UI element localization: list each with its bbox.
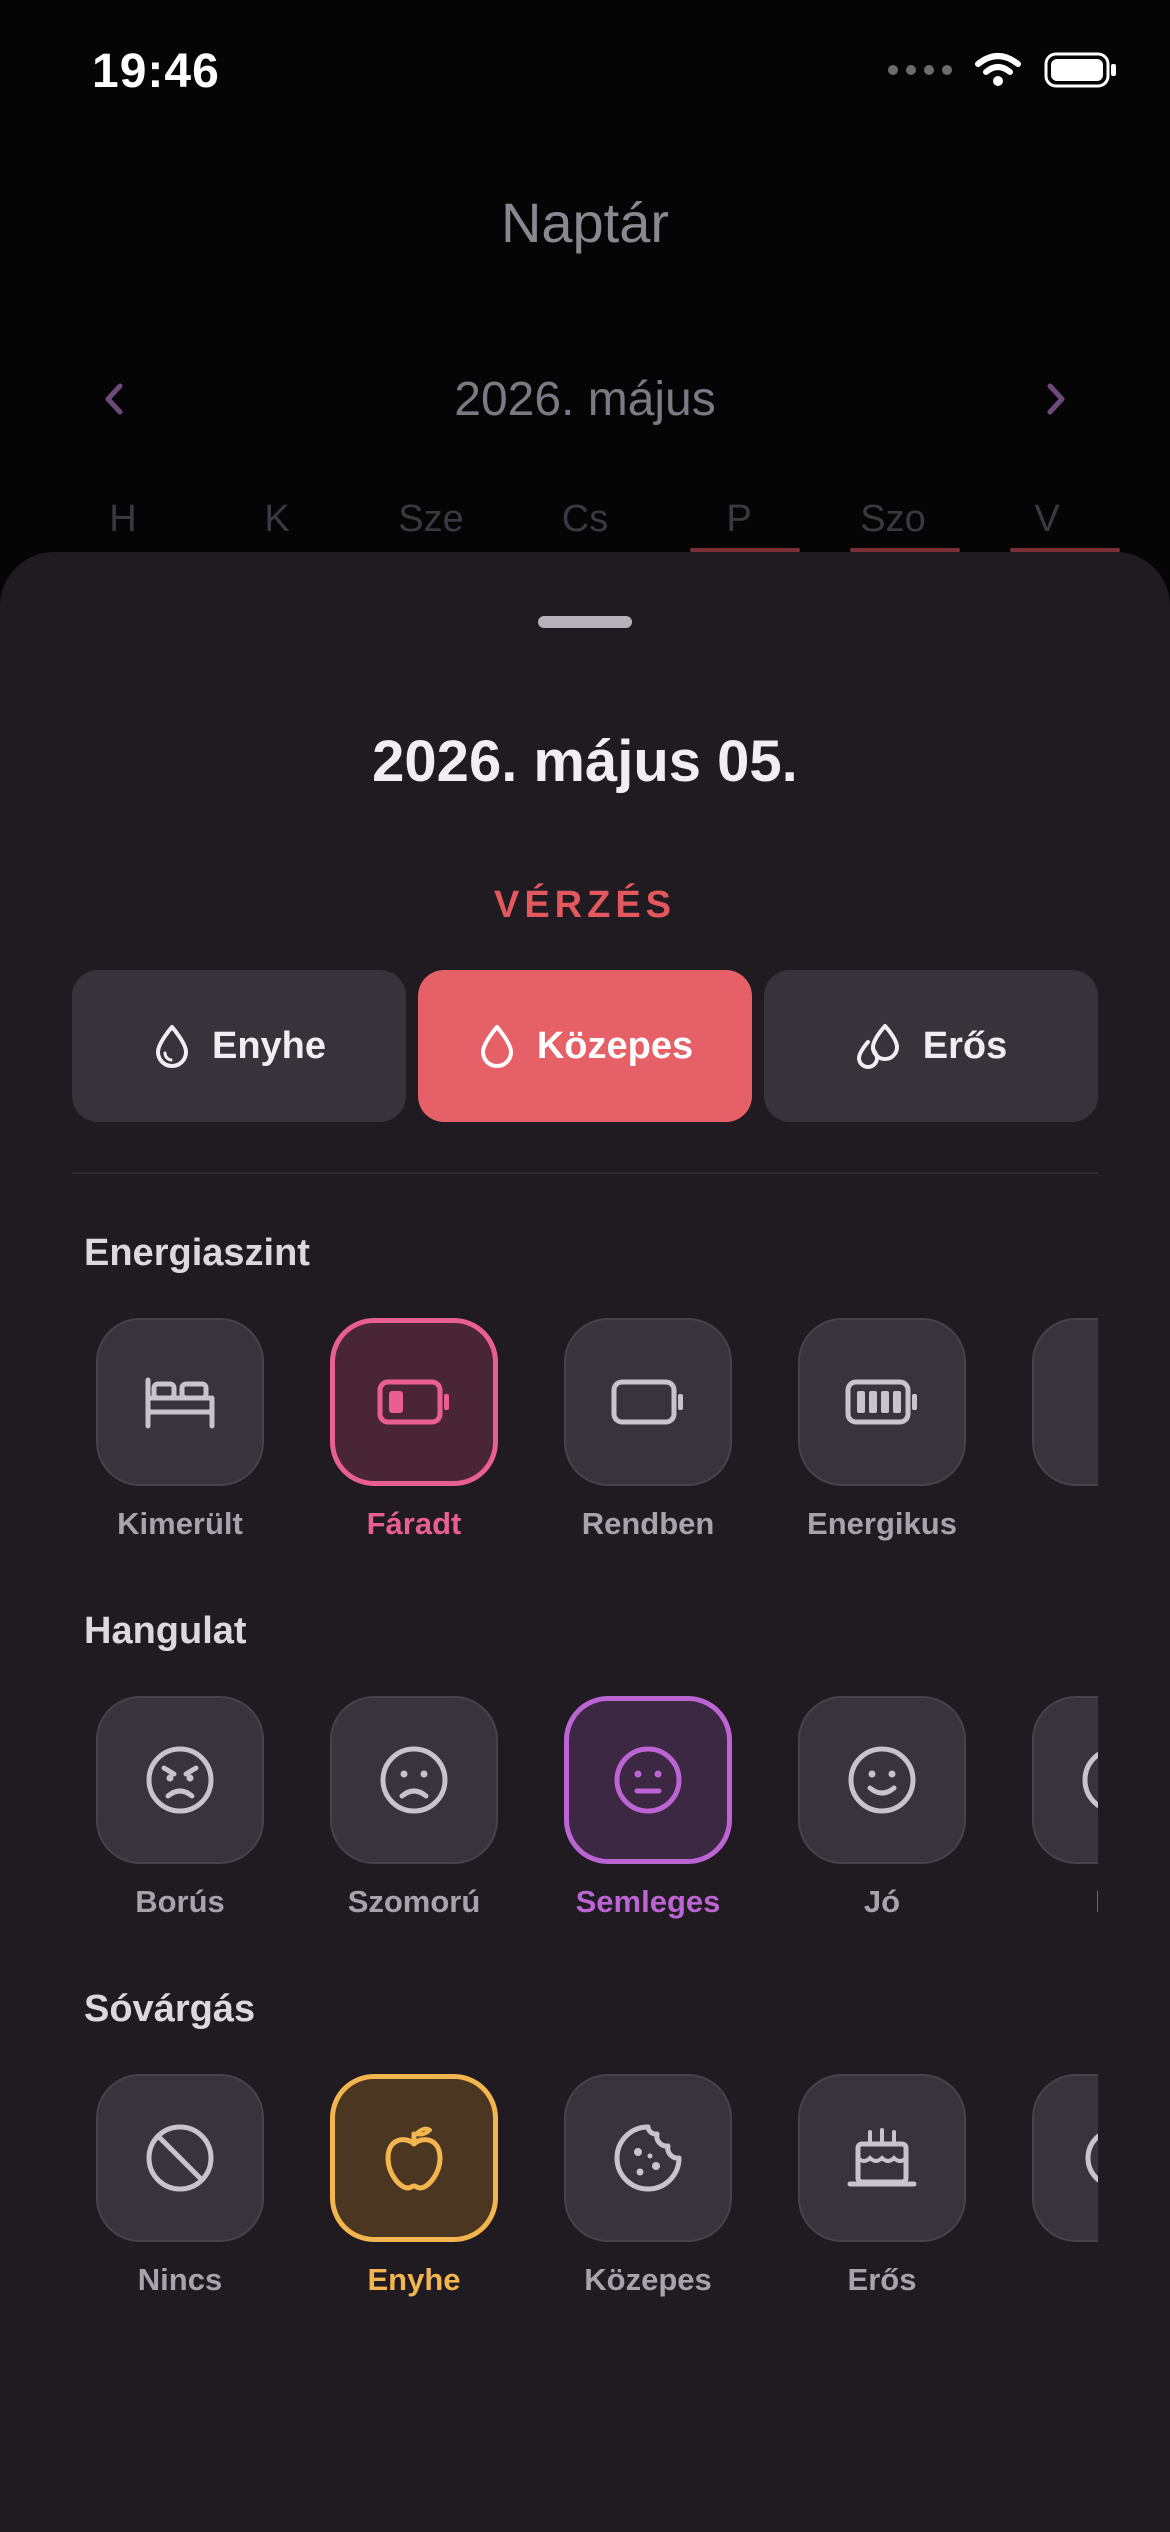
energy-option-tired[interactable]: Fáradt: [330, 1318, 498, 1558]
face-icon: [1082, 1751, 1098, 1809]
option-tile[interactable]: [798, 1318, 966, 1486]
option-tile-selected[interactable]: [330, 2074, 498, 2242]
cake-icon: [847, 2128, 917, 2187]
section-divider: [72, 1172, 1098, 1174]
month-navigation: 2026. május: [0, 360, 1170, 440]
bed-icon: [145, 1377, 215, 1429]
option-label: Pö: [992, 1506, 1098, 1542]
mood-section-title: Hangulat: [84, 1610, 247, 1652]
neutral-face-icon: [614, 1746, 682, 1814]
craving-option-strong[interactable]: Erős: [798, 2074, 966, 2314]
bleeding-option-label: Közepes: [536, 1024, 694, 1067]
craving-option-none[interactable]: Nincs: [96, 2074, 264, 2314]
bleeding-section-title: VÉRZÉS: [493, 884, 677, 926]
option-label: Energikus: [807, 1506, 957, 1541]
mood-option-good[interactable]: Jó: [798, 1696, 966, 1936]
bleeding-medium-button[interactable]: Közepes: [418, 970, 752, 1122]
option-label: Nincs: [137, 2262, 223, 2297]
option-tile[interactable]: [330, 1696, 498, 1864]
mood-options[interactable]: Borús Szomorú Semleges Jó: [72, 1696, 1098, 1936]
option-tile[interactable]: [1032, 1318, 1098, 1486]
option-label: Kimerült: [117, 1506, 243, 1541]
weekday-label: Sze: [398, 498, 464, 540]
prohibited-icon: [146, 2124, 214, 2192]
angry-face-icon: [146, 1746, 214, 1814]
craving-option-medium[interactable]: Közepes: [564, 2074, 732, 2314]
chevron-right-icon[interactable]: [1032, 376, 1078, 422]
battery-empty-icon: [611, 1379, 683, 1425]
mood-option-gloomy[interactable]: Borús: [96, 1696, 264, 1936]
option-tile[interactable]: [1032, 1696, 1098, 1864]
weekday-header: H K Sze Cs P Szo V: [46, 498, 1124, 541]
option-tile[interactable]: [1032, 2074, 1098, 2242]
mood-option-sad[interactable]: Szomorú: [330, 1696, 498, 1936]
weekday-label: H: [109, 498, 137, 540]
option-tile[interactable]: [96, 1696, 264, 1864]
weekday-label: Cs: [561, 498, 609, 540]
food-icon: [1085, 2133, 1098, 2183]
apple-icon: [385, 2126, 443, 2191]
option-label: Fáradt: [366, 1506, 462, 1541]
drop-icon: [155, 1025, 188, 1068]
option-tile[interactable]: [564, 1318, 732, 1486]
energy-options[interactable]: Kimerült Fáradt Rendben Energikus: [72, 1318, 1098, 1558]
calendar-page: Naptár 2026. május H K Sze Cs P Szo V: [0, 0, 1170, 560]
bleeding-option-label: Erős: [922, 1024, 1008, 1067]
page-title: Naptár: [500, 191, 670, 254]
option-label: Közepes: [584, 2262, 712, 2297]
craving-option-partial[interactable]: He: [1032, 2074, 1098, 2314]
option-tile[interactable]: [798, 1696, 966, 1864]
bleeding-options: Enyhe Közepes Erős: [72, 970, 1098, 1122]
selected-date: 2026. május 05.: [372, 729, 798, 794]
option-label: Rendben: [581, 1506, 715, 1541]
battery-low-icon: [377, 1379, 449, 1425]
bleeding-option-label: Enyhe: [211, 1024, 327, 1067]
option-label: Borús: [135, 1884, 225, 1919]
option-tile-selected[interactable]: [330, 1318, 498, 1486]
day-detail-sheet: 2026. május 05. VÉRZÉS Enyhe Közepes Erő…: [0, 552, 1170, 2532]
weekday-label: P: [726, 498, 752, 540]
mood-option-neutral[interactable]: Semleges: [564, 1696, 732, 1936]
option-label: Erős: [847, 2262, 917, 2297]
sheet-grabber[interactable]: [538, 616, 632, 628]
smile-face-icon: [848, 1746, 916, 1814]
weekday-label: K: [264, 498, 290, 540]
option-label: Jó: [863, 1884, 901, 1919]
craving-option-light[interactable]: Enyhe: [330, 2074, 498, 2314]
energy-option-exhausted[interactable]: Kimerült: [96, 1318, 264, 1558]
mood-option-partial[interactable]: Bo: [1032, 1696, 1098, 1936]
option-label: Bo: [992, 1884, 1098, 1920]
double-drop-icon: [856, 1024, 899, 1069]
option-tile[interactable]: [96, 2074, 264, 2242]
bleeding-light-button[interactable]: Enyhe: [72, 970, 406, 1122]
cookie-icon: [614, 2124, 682, 2192]
energy-option-energetic[interactable]: Energikus: [798, 1318, 966, 1558]
month-label: 2026. május: [454, 373, 716, 426]
battery-full-icon: [845, 1379, 917, 1425]
bleeding-heavy-button[interactable]: Erős: [764, 970, 1098, 1122]
option-label: Szomorú: [347, 1884, 481, 1919]
energy-option-ok[interactable]: Rendben: [564, 1318, 732, 1558]
option-label: Semleges: [575, 1884, 721, 1919]
option-label: Enyhe: [367, 2262, 461, 2297]
weekday-label: Szo: [860, 498, 926, 540]
craving-options[interactable]: Nincs Enyhe Közepes Erős: [72, 2074, 1098, 2314]
energy-section-title: Energiaszint: [84, 1232, 310, 1274]
craving-section-title: Sóvárgás: [84, 1988, 256, 2030]
option-tile[interactable]: [96, 1318, 264, 1486]
option-label: He: [992, 2262, 1098, 2298]
option-tile[interactable]: [564, 2074, 732, 2242]
option-tile[interactable]: [798, 2074, 966, 2242]
weekday-label: V: [1034, 498, 1060, 540]
drop-icon: [480, 1025, 513, 1068]
energy-option-partial[interactable]: Pö: [1032, 1318, 1098, 1558]
option-tile-selected[interactable]: [564, 1696, 732, 1864]
bolt-icon: [1086, 1372, 1098, 1432]
sad-face-icon: [380, 1746, 448, 1814]
